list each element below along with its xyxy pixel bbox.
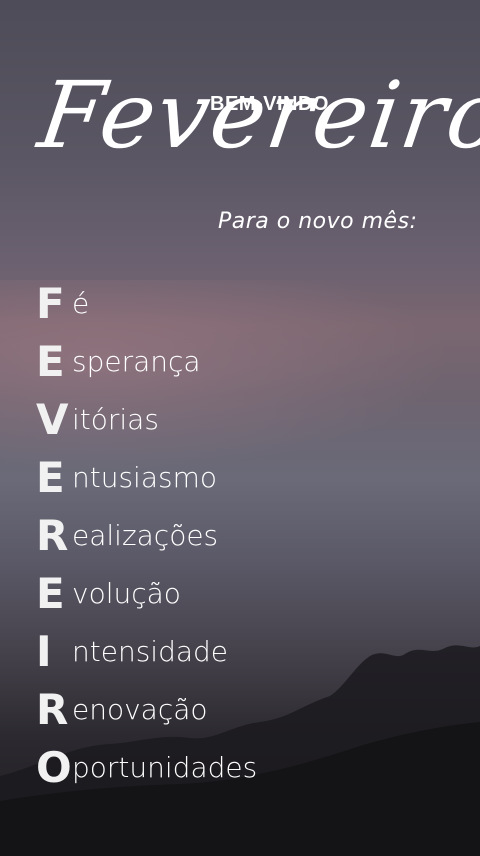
acrostic-word: itórias — [72, 403, 159, 436]
acrostic-line: Renovação — [36, 681, 257, 739]
subtitle: Para o novo mês: — [218, 209, 418, 234]
acrostic-line: Evolução — [36, 565, 257, 623]
acrostic-initial: I — [36, 627, 52, 676]
acrostic-word: é — [72, 287, 90, 320]
acrostic-initial: O — [36, 743, 72, 792]
acrostic-initial: E — [36, 337, 65, 386]
acrostic-initial: R — [36, 511, 69, 560]
acrostic-word: ealizações — [72, 519, 219, 552]
acrostic-word: portunidades — [72, 751, 258, 784]
acrostic-word: enovação — [72, 693, 208, 726]
acrostic-initial: F — [36, 279, 65, 328]
acrostic-initial: E — [36, 453, 65, 502]
acrostic-initial: E — [36, 569, 65, 618]
acrostic-word: ntusiasmo — [72, 461, 217, 494]
acrostic-line: Fé — [36, 275, 257, 333]
acrostic-initial: R — [36, 685, 69, 734]
acrostic-line: Entusiasmo — [36, 449, 257, 507]
acrostic-line: Oportunidades — [36, 739, 257, 797]
acrostic-list: Fé Esperança Vitórias Entusiasmo Realiza… — [36, 275, 257, 797]
acrostic-word: ntensidade — [72, 635, 228, 668]
month-title: Fevereiro — [32, 62, 480, 169]
acrostic-line: Vitórias — [36, 391, 257, 449]
acrostic-word: sperança — [72, 345, 201, 378]
acrostic-line: Esperança — [36, 333, 257, 391]
acrostic-line: Realizações — [36, 507, 257, 565]
acrostic-word: volução — [72, 577, 181, 610]
acrostic-initial: V — [36, 395, 69, 444]
acrostic-line: Intensidade — [36, 623, 257, 681]
